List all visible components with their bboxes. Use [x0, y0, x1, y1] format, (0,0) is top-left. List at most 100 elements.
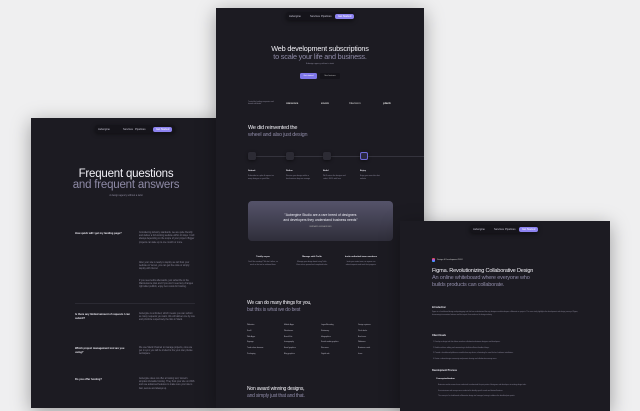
- get-started-button[interactable]: Get started: [300, 73, 317, 79]
- service-item: Business cards: [358, 347, 371, 350]
- feature-desc: submit requests and track their progress…: [345, 264, 377, 266]
- see-features-button[interactable]: See features: [320, 73, 340, 79]
- nav-cta-button[interactable]: Get Started: [519, 226, 539, 232]
- intro-heading: Introduction: [432, 306, 446, 309]
- testimonial-card: "Aubergine Studio are a rare breed of de…: [248, 201, 393, 241]
- faq-answer: Considering industry standards, we are q…: [139, 232, 195, 244]
- goal-item: 2. Enable real-time editing and commenti…: [433, 347, 490, 349]
- services-title-2: but this is what we do best: [247, 307, 301, 313]
- service-item: Websites: [247, 324, 255, 326]
- case-title: Figma. Revolutionizing Collaborative Des…: [432, 268, 534, 274]
- services-grid: Websites SaaS Web Apps Signage Trade show ba…: [247, 324, 397, 364]
- step-desc: Subscribe to a plan & request as: [248, 175, 274, 177]
- step-enjoy-marker: [360, 152, 368, 160]
- testimonial-quote: "Aubergine Studio are a rare breed of de…: [284, 213, 357, 217]
- step-desc: few business days on average: [286, 178, 311, 180]
- step-label: Enjoy: [360, 170, 366, 172]
- faq-answer: Aubergine does not offer a hosting tool,…: [139, 378, 195, 390]
- home-nav: Aubergine Services Pipelines Get Started: [286, 12, 355, 20]
- feature-title: Manage with Trello: [302, 256, 322, 258]
- step-desc: many designs as you'd like: [248, 178, 270, 180]
- nav-link-services[interactable]: Services: [123, 128, 133, 131]
- goal-item: 3. Provide a cloud-based platform access…: [433, 353, 514, 354]
- case-study-page: Aubergine Services Pipelines Get Started…: [400, 221, 610, 411]
- service-item: Iconography: [284, 341, 294, 344]
- nav-link-pipelines[interactable]: Pipelines: [321, 15, 332, 18]
- service-item: Design systems: [358, 324, 371, 326]
- faq-answer: We use Slack Channel to manage projects,…: [139, 347, 193, 356]
- nav-brand[interactable]: Aubergine: [98, 128, 110, 131]
- nav-cta-button[interactable]: Get Started: [335, 13, 355, 19]
- service-item: Signage: [247, 341, 254, 344]
- nav-link-pipelines[interactable]: Pipelines: [135, 128, 146, 131]
- goal-item: 4. Foster a vibrant design community and…: [433, 358, 497, 360]
- feature-desc: Don't like meetings? We don't either; so: [248, 261, 278, 263]
- step-build-marker: [323, 152, 331, 160]
- service-item: Mobile Apps: [284, 324, 294, 326]
- service-item: Infographics: [321, 335, 331, 338]
- concept-heading: Conceptualization: [436, 378, 455, 380]
- logo-stexcore: stexcore: [286, 101, 299, 105]
- faq-answer: If you need edits afterwards, just subsc…: [139, 280, 194, 289]
- testimonial-author: BERNARD GERHARDSEN: [309, 226, 332, 228]
- step-desc: website: [360, 178, 367, 180]
- feature-desc: much so that we've outlawed them.: [249, 264, 277, 266]
- intro-text: Figma is a cloud-based design and protot…: [432, 312, 578, 316]
- feature-title: Invite unlimited team members: [344, 256, 378, 258]
- service-item: Brand Kits: [284, 335, 293, 338]
- case-nav: Aubergine Services Pipelines Get Started: [470, 225, 539, 233]
- nav-link-pipelines[interactable]: Pipelines: [505, 228, 516, 231]
- nav-brand[interactable]: Aubergine: [473, 228, 485, 231]
- faq-question[interactable]: Is there any limited amount of requests …: [75, 313, 130, 320]
- figma-logo-icon: [432, 258, 435, 262]
- service-item: Trade show banners: [247, 347, 264, 350]
- feature-title: Totally async: [256, 256, 270, 258]
- nav-link-services[interactable]: Services: [494, 228, 504, 231]
- step-label: Submit: [248, 170, 256, 172]
- faq-page: Aubergine Services Pipelines Get Started…: [31, 118, 221, 408]
- service-item: Webinars: [358, 341, 366, 344]
- service-item: Email graphics: [284, 347, 296, 350]
- nav-brand[interactable]: Aubergine: [289, 15, 301, 18]
- case-tag: Design & Development 2024: [437, 258, 463, 261]
- testimonial-quote-2: and developers they understand business …: [283, 218, 358, 222]
- faq-question[interactable]: Which project management tool are you us…: [75, 347, 130, 354]
- logo-plank: plank: [383, 101, 391, 105]
- services-title: We can do many things for you,: [247, 300, 312, 306]
- step-refine-marker: [286, 152, 294, 160]
- faq-question[interactable]: Do you offer hosting?: [75, 378, 102, 381]
- faq-title-2: and frequent answers: [72, 179, 180, 191]
- goals-heading: Client Goals: [432, 334, 446, 337]
- feature-desc: Manage your design board using Trello.: [297, 261, 327, 263]
- nav-link-services[interactable]: Services: [310, 15, 320, 18]
- faq-question[interactable]: How quick will I get my landing page?: [75, 232, 122, 235]
- faq-answer: After your site is ready to deploy we wi…: [139, 262, 190, 271]
- concept-item: User interviews and surveys were conduct…: [438, 390, 503, 392]
- step-label: Build: [323, 170, 329, 172]
- service-item: Social media graphics: [321, 341, 339, 344]
- service-item: Wireframes: [284, 329, 294, 332]
- logo-intercom: Intercom: [349, 101, 361, 105]
- hero-title-2: to scale your life and business.: [273, 52, 367, 61]
- service-item: Logos/Branding: [321, 324, 334, 326]
- process-title: We did reinvented the: [248, 125, 298, 131]
- case-title-3: builds products can collaborate.: [432, 282, 505, 288]
- service-item: SaaS: [247, 329, 252, 332]
- service-item: Resumes: [321, 347, 329, 350]
- process-title-2: wheel and also just design: [248, 132, 308, 138]
- process-line: [248, 156, 424, 157]
- step-label: Refine: [286, 170, 293, 172]
- footer-title: Non award winning designs,: [247, 386, 305, 392]
- faq-subtitle: A design agency without a twist: [109, 194, 143, 197]
- nav-cta-button[interactable]: Get Started: [153, 126, 173, 132]
- case-title-2: An online whiteboard where everyone who: [432, 275, 530, 281]
- step-desc: Receive your design within a: [286, 175, 309, 177]
- service-item: Pitch decks: [358, 329, 368, 332]
- step-submit-marker: [248, 152, 256, 160]
- faq-answer: Aubergine is unlimited, which means you …: [139, 313, 195, 322]
- service-item: Digital ads: [321, 353, 330, 355]
- logo-zoom: zoom: [321, 101, 329, 105]
- footer-title-2: and simply just that and that.: [247, 393, 305, 399]
- concept-item: Extensive market research was conducted …: [438, 385, 527, 386]
- service-item: Packaging: [247, 353, 256, 355]
